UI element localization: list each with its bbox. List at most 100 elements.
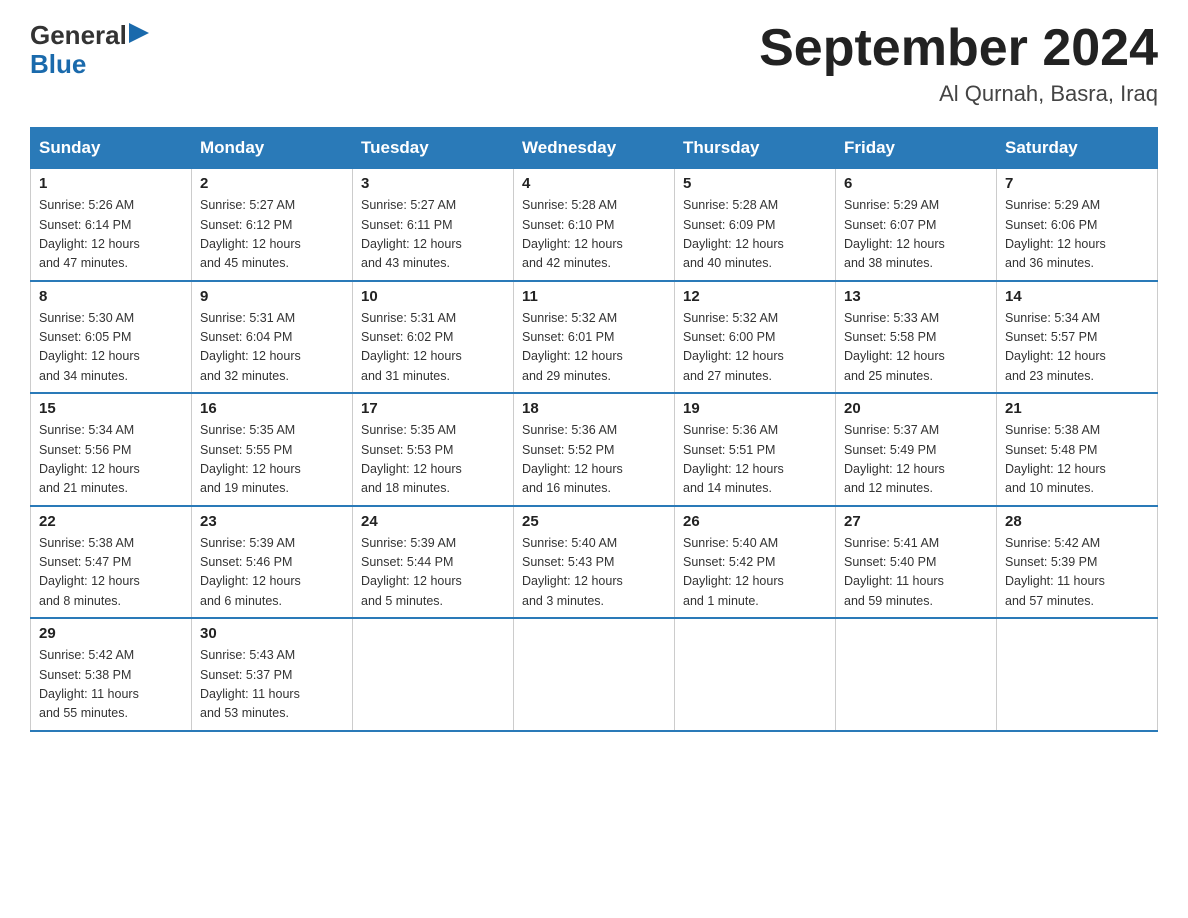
calendar-cell — [675, 618, 836, 731]
calendar-week-row: 15 Sunrise: 5:34 AMSunset: 5:56 PMDayligh… — [31, 393, 1158, 506]
day-number: 25 — [522, 513, 666, 530]
calendar-cell: 15 Sunrise: 5:34 AMSunset: 5:56 PMDayligh… — [31, 393, 192, 506]
day-info: Sunrise: 5:30 AMSunset: 6:05 PMDaylight:… — [39, 309, 183, 387]
calendar-cell: 26 Sunrise: 5:40 AMSunset: 5:42 PMDayligh… — [675, 506, 836, 619]
day-info: Sunrise: 5:43 AMSunset: 5:37 PMDaylight:… — [200, 646, 344, 724]
col-wednesday: Wednesday — [514, 128, 675, 169]
day-info: Sunrise: 5:40 AMSunset: 5:42 PMDaylight:… — [683, 534, 827, 612]
calendar-cell: 6 Sunrise: 5:29 AMSunset: 6:07 PMDaylight… — [836, 169, 997, 281]
calendar-cell: 28 Sunrise: 5:42 AMSunset: 5:39 PMDayligh… — [997, 506, 1158, 619]
day-info: Sunrise: 5:27 AMSunset: 6:11 PMDaylight:… — [361, 196, 505, 274]
col-thursday: Thursday — [675, 128, 836, 169]
page-header: General Blue September 2024 Al Qurnah, B… — [30, 20, 1158, 107]
day-info: Sunrise: 5:37 AMSunset: 5:49 PMDaylight:… — [844, 421, 988, 499]
day-info: Sunrise: 5:29 AMSunset: 6:07 PMDaylight:… — [844, 196, 988, 274]
day-number: 27 — [844, 513, 988, 530]
day-number: 17 — [361, 400, 505, 417]
col-tuesday: Tuesday — [353, 128, 514, 169]
day-info: Sunrise: 5:33 AMSunset: 5:58 PMDaylight:… — [844, 309, 988, 387]
day-info: Sunrise: 5:36 AMSunset: 5:52 PMDaylight:… — [522, 421, 666, 499]
day-info: Sunrise: 5:42 AMSunset: 5:39 PMDaylight:… — [1005, 534, 1149, 612]
day-number: 7 — [1005, 175, 1149, 192]
calendar-cell: 27 Sunrise: 5:41 AMSunset: 5:40 PMDayligh… — [836, 506, 997, 619]
day-info: Sunrise: 5:39 AMSunset: 5:44 PMDaylight:… — [361, 534, 505, 612]
calendar-cell: 21 Sunrise: 5:38 AMSunset: 5:48 PMDayligh… — [997, 393, 1158, 506]
day-number: 18 — [522, 400, 666, 417]
calendar-week-row: 1Sunrise: 5:26 AMSunset: 6:14 PMDaylight… — [31, 169, 1158, 281]
day-number: 13 — [844, 288, 988, 305]
day-info: Sunrise: 5:42 AMSunset: 5:38 PMDaylight:… — [39, 646, 183, 724]
day-number: 21 — [1005, 400, 1149, 417]
day-number: 28 — [1005, 513, 1149, 530]
day-info: Sunrise: 5:35 AMSunset: 5:53 PMDaylight:… — [361, 421, 505, 499]
day-number: 4 — [522, 175, 666, 192]
calendar-cell: 20Sunrise: 5:37 AMSunset: 5:49 PMDayligh… — [836, 393, 997, 506]
logo-text-general: General — [30, 20, 127, 51]
day-number: 2 — [200, 175, 344, 192]
day-info: Sunrise: 5:32 AMSunset: 6:00 PMDaylight:… — [683, 309, 827, 387]
calendar-title: September 2024 — [759, 20, 1158, 77]
day-number: 10 — [361, 288, 505, 305]
calendar-cell — [353, 618, 514, 731]
calendar-cell: 7 Sunrise: 5:29 AMSunset: 6:06 PMDaylight… — [997, 169, 1158, 281]
calendar-cell — [514, 618, 675, 731]
day-number: 19 — [683, 400, 827, 417]
day-number: 24 — [361, 513, 505, 530]
day-number: 16 — [200, 400, 344, 417]
calendar-cell: 10 Sunrise: 5:31 AMSunset: 6:02 PMDayligh… — [353, 281, 514, 394]
day-number: 26 — [683, 513, 827, 530]
calendar-cell: 22Sunrise: 5:38 AMSunset: 5:47 PMDayligh… — [31, 506, 192, 619]
col-monday: Monday — [192, 128, 353, 169]
day-number: 6 — [844, 175, 988, 192]
day-info: Sunrise: 5:36 AMSunset: 5:51 PMDaylight:… — [683, 421, 827, 499]
calendar-cell: 25 Sunrise: 5:40 AMSunset: 5:43 PMDayligh… — [514, 506, 675, 619]
day-number: 9 — [200, 288, 344, 305]
day-info: Sunrise: 5:34 AMSunset: 5:56 PMDaylight:… — [39, 421, 183, 499]
day-info: Sunrise: 5:34 AMSunset: 5:57 PMDaylight:… — [1005, 309, 1149, 387]
day-info: Sunrise: 5:28 AMSunset: 6:09 PMDaylight:… — [683, 196, 827, 274]
calendar-body: 1Sunrise: 5:26 AMSunset: 6:14 PMDaylight… — [31, 169, 1158, 731]
calendar-cell: 11Sunrise: 5:32 AMSunset: 6:01 PMDayligh… — [514, 281, 675, 394]
day-number: 11 — [522, 288, 666, 305]
calendar-cell — [836, 618, 997, 731]
calendar-week-row: 22Sunrise: 5:38 AMSunset: 5:47 PMDayligh… — [31, 506, 1158, 619]
calendar-cell: 5 Sunrise: 5:28 AMSunset: 6:09 PMDaylight… — [675, 169, 836, 281]
calendar-cell: 2 Sunrise: 5:27 AMSunset: 6:12 PMDaylight… — [192, 169, 353, 281]
calendar-cell: 18 Sunrise: 5:36 AMSunset: 5:52 PMDayligh… — [514, 393, 675, 506]
day-info: Sunrise: 5:29 AMSunset: 6:06 PMDaylight:… — [1005, 196, 1149, 274]
calendar-cell: 13 Sunrise: 5:33 AMSunset: 5:58 PMDayligh… — [836, 281, 997, 394]
day-number: 14 — [1005, 288, 1149, 305]
calendar-cell: 4Sunrise: 5:28 AMSunset: 6:10 PMDaylight… — [514, 169, 675, 281]
day-info: Sunrise: 5:31 AMSunset: 6:02 PMDaylight:… — [361, 309, 505, 387]
calendar-cell: 16 Sunrise: 5:35 AMSunset: 5:55 PMDayligh… — [192, 393, 353, 506]
day-number: 5 — [683, 175, 827, 192]
calendar-week-row: 8Sunrise: 5:30 AMSunset: 6:05 PMDaylight… — [31, 281, 1158, 394]
logo-triangle-icon — [129, 23, 149, 43]
day-number: 22 — [39, 513, 183, 530]
day-number: 30 — [200, 625, 344, 642]
day-number: 29 — [39, 625, 183, 642]
day-info: Sunrise: 5:38 AMSunset: 5:48 PMDaylight:… — [1005, 421, 1149, 499]
day-info: Sunrise: 5:41 AMSunset: 5:40 PMDaylight:… — [844, 534, 988, 612]
day-number: 23 — [200, 513, 344, 530]
day-number: 15 — [39, 400, 183, 417]
day-info: Sunrise: 5:27 AMSunset: 6:12 PMDaylight:… — [200, 196, 344, 274]
day-info: Sunrise: 5:31 AMSunset: 6:04 PMDaylight:… — [200, 309, 344, 387]
day-number: 3 — [361, 175, 505, 192]
col-saturday: Saturday — [997, 128, 1158, 169]
calendar-cell: 14 Sunrise: 5:34 AMSunset: 5:57 PMDayligh… — [997, 281, 1158, 394]
calendar-cell: 9 Sunrise: 5:31 AMSunset: 6:04 PMDaylight… — [192, 281, 353, 394]
logo-text-blue: Blue — [30, 51, 149, 77]
calendar-cell: 12 Sunrise: 5:32 AMSunset: 6:00 PMDayligh… — [675, 281, 836, 394]
calendar-cell: 29 Sunrise: 5:42 AMSunset: 5:38 PMDayligh… — [31, 618, 192, 731]
day-info: Sunrise: 5:40 AMSunset: 5:43 PMDaylight:… — [522, 534, 666, 612]
day-info: Sunrise: 5:35 AMSunset: 5:55 PMDaylight:… — [200, 421, 344, 499]
calendar-cell: 23 Sunrise: 5:39 AMSunset: 5:46 PMDayligh… — [192, 506, 353, 619]
calendar-table: Sunday Monday Tuesday Wednesday Thursday… — [30, 127, 1158, 732]
calendar-header: Sunday Monday Tuesday Wednesday Thursday… — [31, 128, 1158, 169]
title-area: September 2024 Al Qurnah, Basra, Iraq — [759, 20, 1158, 107]
day-number: 12 — [683, 288, 827, 305]
day-info: Sunrise: 5:39 AMSunset: 5:46 PMDaylight:… — [200, 534, 344, 612]
calendar-subtitle: Al Qurnah, Basra, Iraq — [759, 81, 1158, 107]
header-row: Sunday Monday Tuesday Wednesday Thursday… — [31, 128, 1158, 169]
